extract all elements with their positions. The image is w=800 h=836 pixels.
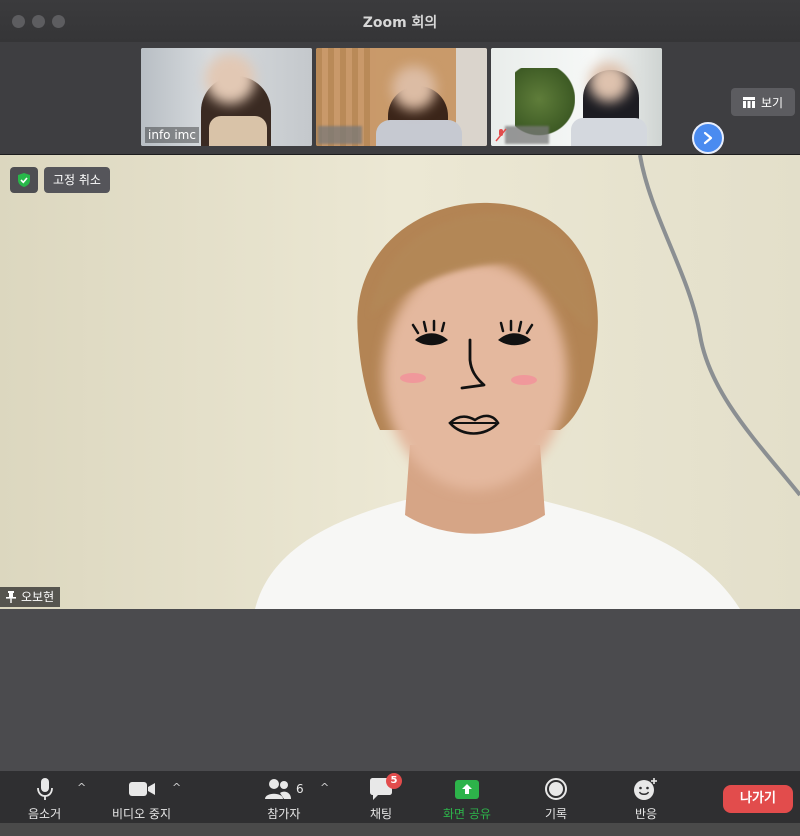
shield-icon	[18, 173, 30, 187]
stop-video-button[interactable]: 비디오 중지	[112, 777, 171, 822]
thumbnail-name: info imc	[145, 127, 199, 143]
active-speaker-video	[0, 155, 800, 609]
view-mode-label: 보기	[760, 95, 784, 110]
chat-unread-badge: 5	[386, 773, 402, 789]
participants-icon	[265, 779, 291, 799]
leave-meeting-button[interactable]: 나가기	[723, 785, 793, 813]
participant-thumbnail[interactable]	[316, 48, 487, 146]
chevron-right-icon	[703, 131, 713, 145]
record-label: 기록	[544, 807, 568, 821]
thumbnail-name-redacted	[318, 126, 362, 144]
empty-video-area	[0, 609, 800, 771]
speaker-name: 오보현	[21, 590, 55, 604]
stop-video-label: 비디오 중지	[112, 807, 172, 821]
reactions-button[interactable]: 반응	[633, 777, 659, 822]
record-icon	[545, 778, 567, 800]
speaker-name-tag: 오보현	[0, 587, 61, 607]
reactions-label: 반응	[634, 807, 658, 821]
participants-label: 참가자	[267, 807, 301, 821]
window-titlebar: Zoom 회의	[0, 0, 800, 43]
unpin-video-button[interactable]: 고정 취소	[44, 167, 110, 193]
mute-button[interactable]: 음소거	[28, 777, 61, 822]
gallery-view-icon	[742, 96, 755, 108]
chat-label: 채팅	[369, 807, 393, 821]
participant-thumbnail[interactable]: info imc	[141, 48, 312, 146]
share-screen-label: 화면 공유	[443, 807, 491, 821]
record-button[interactable]: 기록	[544, 777, 568, 822]
speaker-video-frame	[0, 155, 800, 609]
window-title: Zoom 회의	[362, 15, 438, 31]
reaction-icon	[634, 778, 657, 800]
security-shield-button[interactable]	[10, 167, 38, 193]
meeting-toolbar: 음소거 ^ 비디오 중지 ^ 6 참가자 ^ 5 채팅 화면 공유 기록 반응	[0, 771, 800, 823]
participants-button[interactable]: 6 참가자	[264, 777, 304, 822]
share-screen-icon	[454, 780, 479, 799]
share-screen-button[interactable]: 화면 공유	[443, 777, 491, 822]
video-camera-icon	[128, 782, 155, 796]
participants-count: 6	[296, 782, 304, 796]
video-options-caret[interactable]: ^	[172, 781, 181, 794]
muted-mic-icon	[495, 128, 507, 142]
chat-button[interactable]: 5 채팅	[368, 773, 402, 822]
audio-options-caret[interactable]: ^	[77, 781, 86, 794]
next-page-button[interactable]	[692, 122, 724, 154]
mute-label: 음소거	[28, 807, 62, 821]
gallery-strip: info imc 보기	[0, 42, 800, 155]
pin-icon	[6, 591, 16, 603]
participants-options-caret[interactable]: ^	[320, 781, 329, 794]
microphone-icon	[36, 778, 53, 800]
participant-thumbnail[interactable]	[491, 48, 662, 146]
thumbnail-name-redacted	[505, 126, 549, 144]
desktop-background	[0, 823, 800, 836]
view-mode-button[interactable]: 보기	[731, 88, 795, 116]
